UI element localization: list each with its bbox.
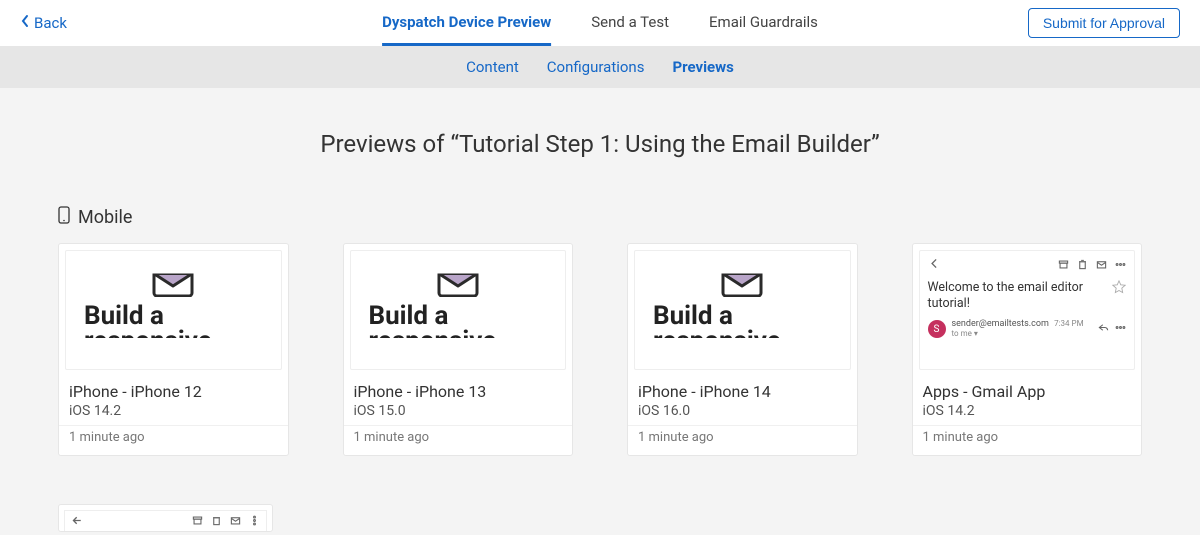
- delete-icon: [1077, 259, 1088, 273]
- preview-card[interactable]: Build a responsive iPhone - iPhone 13 iO…: [343, 243, 574, 456]
- tab-send-test[interactable]: Send a Test: [591, 0, 669, 46]
- preview-card[interactable]: [58, 504, 273, 532]
- card-subtitle: iOS 14.2: [59, 403, 288, 425]
- recipient-line: to me ▾: [952, 329, 978, 338]
- top-tabs: Dyspatch Device Preview Send a Test Emai…: [382, 0, 818, 46]
- phone-icon: [58, 206, 70, 229]
- card-timestamp: 1 minute ago: [913, 425, 1142, 455]
- more-vertical-icon: [249, 515, 260, 529]
- card-title: Apps - Gmail App: [913, 376, 1142, 403]
- preview-thumbnail: Build a responsive: [350, 250, 567, 370]
- section-label: Mobile: [78, 207, 132, 228]
- gmail-subject: Welcome to the email editor tutorial!: [928, 280, 1107, 313]
- card-title: iPhone - iPhone 13: [344, 376, 573, 403]
- more-icon: [1115, 322, 1126, 336]
- submit-approval-button[interactable]: Submit for Approval: [1028, 8, 1180, 38]
- top-bar: Back Dyspatch Device Preview Send a Test…: [0, 0, 1200, 46]
- preview-thumbnail: Welcome to the email editor tutorial! S …: [919, 250, 1136, 370]
- chevron-down-icon: ▾: [974, 329, 978, 338]
- card-subtitle: iOS 14.2: [913, 403, 1142, 425]
- thumb-heading-2: responsive: [635, 328, 850, 338]
- card-timestamp: 1 minute ago: [628, 425, 857, 455]
- more-icon: [1115, 259, 1126, 273]
- tab-device-preview[interactable]: Dyspatch Device Preview: [382, 0, 551, 46]
- tab-email-guardrails[interactable]: Email Guardrails: [709, 0, 818, 46]
- card-subtitle: iOS 16.0: [628, 403, 857, 425]
- star-icon: [1112, 280, 1126, 297]
- back-arrow-icon: [71, 514, 84, 530]
- preview-row-2: [58, 504, 1142, 532]
- preview-card[interactable]: Build a responsive iPhone - iPhone 14 iO…: [627, 243, 858, 456]
- delete-icon: [211, 515, 222, 529]
- back-button[interactable]: Back: [20, 14, 67, 32]
- thumb-heading-2: responsive: [66, 328, 281, 338]
- section-header-mobile: Mobile: [58, 206, 1142, 229]
- sender-time: 7:34 PM: [1054, 319, 1083, 328]
- back-label: Back: [34, 14, 67, 32]
- card-timestamp: 1 minute ago: [59, 425, 288, 455]
- subtab-content[interactable]: Content: [466, 58, 519, 76]
- preview-thumbnail: Build a responsive: [65, 250, 282, 370]
- envelope-icon: [150, 263, 196, 297]
- thumb-heading: Build a: [635, 303, 850, 330]
- preview-card[interactable]: Welcome to the email editor tutorial! S …: [912, 243, 1143, 456]
- preview-card[interactable]: Build a responsive iPhone - iPhone 12 iO…: [58, 243, 289, 456]
- mail-icon: [230, 515, 241, 529]
- back-arrow-icon: [928, 257, 941, 274]
- sender-address: sender@emailtests.com: [952, 319, 1049, 329]
- thumb-heading: Build a: [351, 303, 566, 330]
- content-area: Mobile Build a responsive iPhone - iPhon…: [0, 206, 1200, 532]
- avatar: S: [928, 320, 946, 338]
- archive-icon: [192, 515, 203, 529]
- card-timestamp: 1 minute ago: [344, 425, 573, 455]
- subtab-configurations[interactable]: Configurations: [547, 58, 645, 76]
- preview-thumbnail: Build a responsive: [634, 250, 851, 370]
- thumb-heading: Build a: [66, 303, 281, 330]
- sub-tabs: Content Configurations Previews: [0, 46, 1200, 88]
- archive-icon: [1058, 259, 1069, 273]
- chevron-left-icon: [20, 14, 30, 32]
- preview-grid: Build a responsive iPhone - iPhone 12 iO…: [58, 243, 1142, 456]
- mail-icon: [1096, 259, 1107, 273]
- reply-icon: [1098, 322, 1109, 336]
- envelope-icon: [435, 263, 481, 297]
- card-title: iPhone - iPhone 12: [59, 376, 288, 403]
- subtab-previews[interactable]: Previews: [672, 58, 733, 76]
- card-subtitle: iOS 15.0: [344, 403, 573, 425]
- card-title: iPhone - iPhone 14: [628, 376, 857, 403]
- envelope-icon: [719, 263, 765, 297]
- page-title: Previews of “Tutorial Step 1: Using the …: [0, 130, 1200, 158]
- thumb-heading-2: responsive: [351, 328, 566, 338]
